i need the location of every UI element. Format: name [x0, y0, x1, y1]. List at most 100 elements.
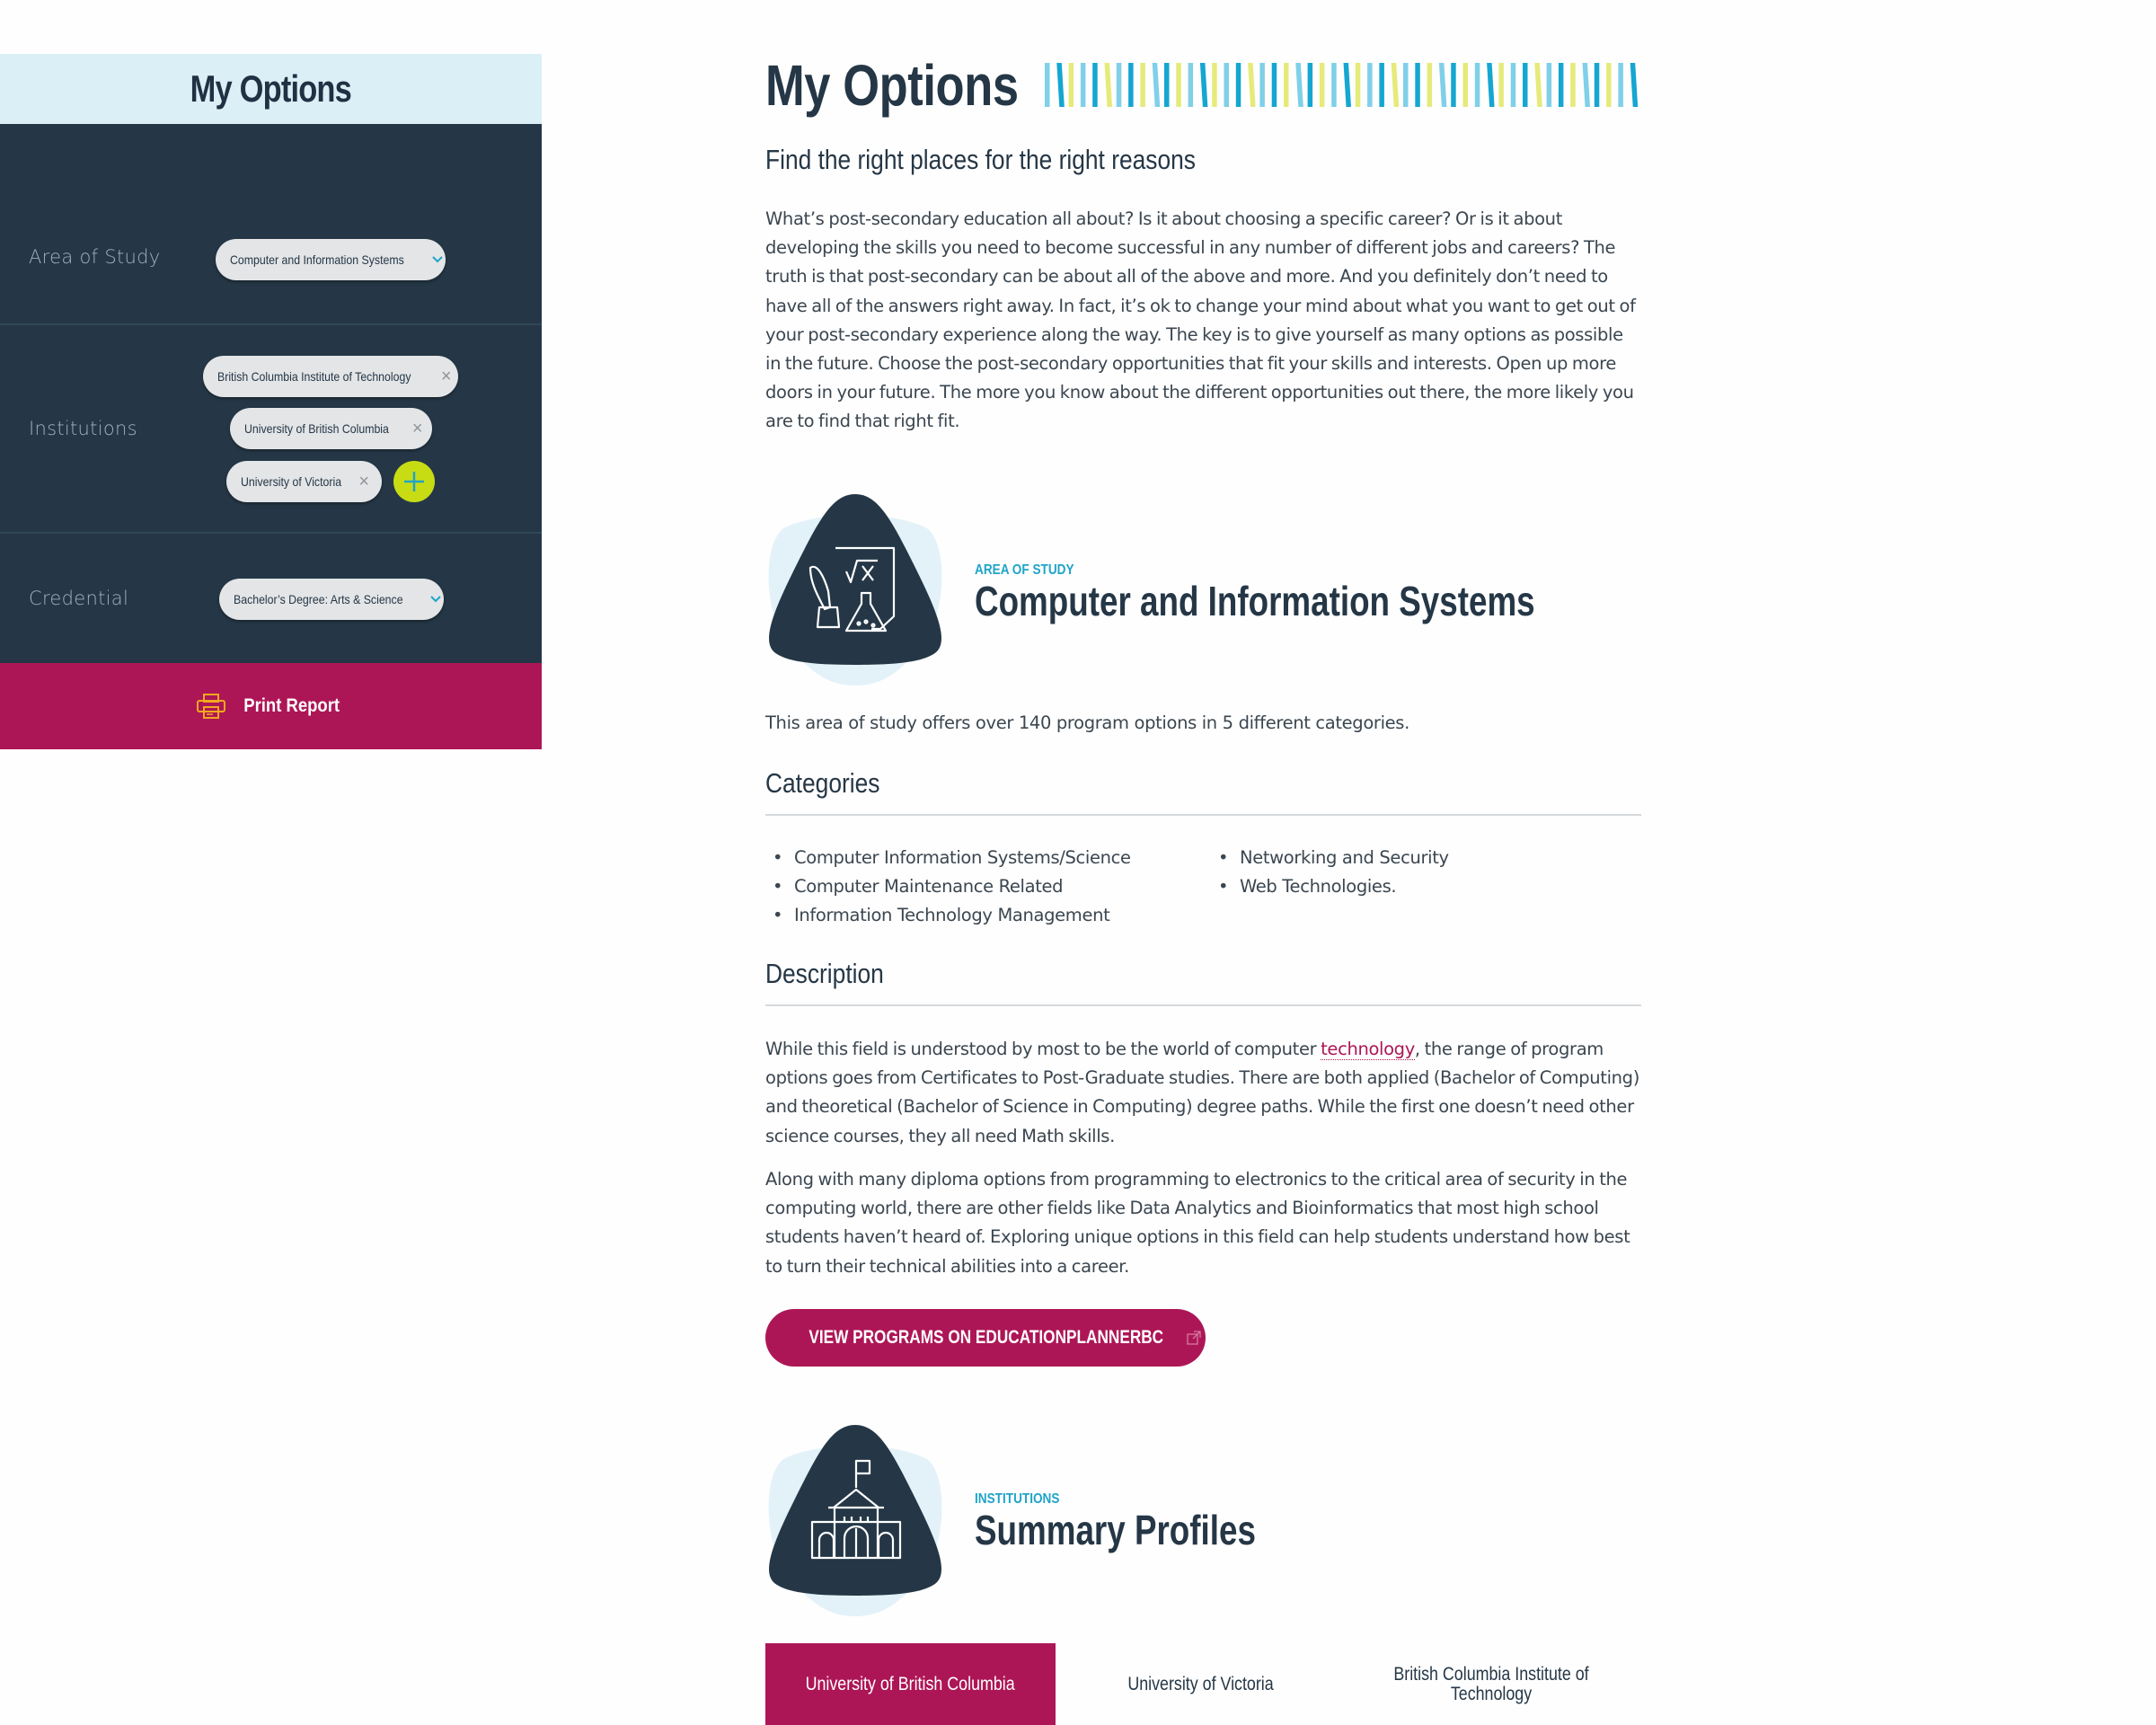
institution-chip: British Columbia Institute of Technology…: [203, 356, 458, 397]
remove-institution-icon[interactable]: ×: [412, 420, 423, 438]
remove-institution-icon[interactable]: ×: [441, 367, 452, 385]
stripe: [1523, 63, 1528, 107]
stripe: [1284, 63, 1289, 107]
stripe: [1068, 63, 1074, 107]
sidebar-filters: Area of Study Computer and Information S…: [0, 124, 542, 663]
tab-label: University of Victoria: [1127, 1673, 1274, 1694]
stripe: [1487, 63, 1495, 107]
my-options-sidebar: My Options Area of Study Computer and In…: [0, 54, 542, 749]
area-of-study-select[interactable]: Computer and Information Systems: [216, 239, 446, 280]
decorative-stripes: [1045, 63, 1639, 107]
stripe: [1379, 63, 1384, 107]
stripe: [1271, 63, 1277, 107]
printer-icon: [196, 694, 225, 719]
stripe: [1618, 63, 1623, 107]
stripe: [1546, 63, 1552, 107]
stripe: [1212, 63, 1217, 107]
page-title: My Options: [765, 53, 1019, 118]
stripe: [1427, 63, 1433, 107]
credential-label: Credential: [29, 588, 129, 609]
sidebar-title: My Options: [190, 67, 352, 110]
institution-chip-label: University of British Columbia: [244, 421, 389, 436]
description-text: While this field is understood by most t…: [765, 1039, 1321, 1059]
tab-label: University of British Columbia: [805, 1673, 1016, 1694]
stripe: [1510, 63, 1516, 107]
stripe: [1248, 63, 1256, 107]
tab-british-columbia-institute-of-technology[interactable]: British Columbia Institute of Technology: [1346, 1643, 1636, 1725]
category-item: Computer Information Systems/Science: [765, 843, 1211, 871]
stripe: [1474, 63, 1480, 107]
area-of-study-value: Computer and Information Systems: [230, 252, 404, 267]
stripe: [1295, 63, 1303, 107]
credential-value: Bachelor’s Degree: Arts & Science: [234, 592, 403, 606]
institutions-label: Institutions: [29, 418, 137, 439]
stripe: [1199, 63, 1208, 107]
view-programs-label: VIEW PROGRAMS ON EDUCATIONPLANNERBC: [808, 1327, 1164, 1348]
stripe: [1176, 63, 1181, 107]
stripe: [1056, 63, 1065, 107]
category-item: Networking and Security: [1211, 843, 1570, 871]
stripe: [1128, 63, 1134, 107]
stripe: [1415, 63, 1420, 107]
chevron-down-icon: [431, 252, 444, 267]
filter-institutions: Institutions British Columbia Institute …: [0, 325, 542, 534]
print-report-label: Print Report: [243, 695, 340, 716]
stripe: [1319, 63, 1325, 107]
stripe: [1188, 63, 1194, 107]
stripe: [1355, 63, 1361, 107]
divider: [765, 1004, 1641, 1006]
plus-icon: [404, 472, 424, 491]
tab-label: British Columbia Institute of Technology: [1392, 1663, 1589, 1704]
stripe: [1259, 63, 1265, 107]
remove-institution-icon[interactable]: ×: [358, 473, 369, 491]
institution-chip-label: University of Victoria: [241, 474, 342, 489]
stripe: [1307, 63, 1313, 107]
categories-list: Computer Information Systems/Science Com…: [765, 843, 1641, 929]
stripe: [1104, 63, 1112, 107]
tab-university-of-british-columbia[interactable]: University of British Columbia: [765, 1643, 1056, 1725]
stripe: [1594, 63, 1600, 107]
technology-link[interactable]: technology: [1321, 1039, 1415, 1060]
stripe: [1498, 63, 1504, 107]
stripe: [1092, 63, 1098, 107]
page-subtitle: Find the right places for the right reas…: [765, 144, 1196, 175]
sidebar-header: My Options: [0, 54, 542, 124]
stripe: [1224, 63, 1229, 107]
add-institution-button[interactable]: [393, 461, 435, 502]
stripe: [1582, 63, 1590, 107]
stripe: [1343, 63, 1351, 107]
stripe: [1164, 63, 1170, 107]
external-link-icon: [1187, 1331, 1201, 1345]
view-programs-button[interactable]: VIEW PROGRAMS ON EDUCATIONPLANNERBC: [765, 1309, 1206, 1367]
stripe: [1403, 63, 1409, 107]
intro-paragraph: What’s post-secondary education all abou…: [765, 208, 1636, 432]
institution-chip: University of Victoria ×: [226, 461, 382, 502]
description-heading: Description: [765, 958, 884, 989]
category-item: Web Technologies.: [1211, 871, 1570, 900]
stripe: [1630, 63, 1639, 107]
tab-university-of-victoria[interactable]: University of Victoria: [1056, 1643, 1346, 1725]
stripe: [1116, 63, 1122, 107]
print-report-button[interactable]: Print Report: [0, 663, 542, 749]
categories-heading: Categories: [765, 767, 880, 799]
area-of-study-label: Area of Study: [29, 246, 161, 268]
section-title: Computer and Information Systems: [975, 578, 1535, 624]
stripe: [1391, 63, 1400, 107]
credential-select[interactable]: Bachelor’s Degree: Arts & Science: [219, 579, 444, 620]
stripe: [1462, 63, 1468, 107]
university-building-icon: [768, 1425, 942, 1616]
area-summary: This area of study offers over 140 progr…: [765, 712, 1409, 733]
stripe: [1570, 63, 1576, 107]
divider: [765, 814, 1641, 816]
chevron-down-icon: [429, 592, 442, 606]
stripe: [1152, 63, 1161, 107]
description-paragraph: Along with many diploma options from pro…: [765, 1169, 1630, 1277]
filter-area-of-study: Area of Study Computer and Information S…: [0, 124, 542, 325]
category-item: Computer Maintenance Related: [765, 871, 1211, 900]
stripe: [1140, 63, 1145, 107]
institution-chip-label: British Columbia Institute of Technology: [217, 369, 411, 384]
institution-tabs: University of British Columbia Universit…: [765, 1643, 1641, 1725]
stripe: [1438, 63, 1447, 107]
stripe: [1331, 63, 1337, 107]
filter-credential: Credential Bachelor’s Degree: Arts & Sci…: [0, 534, 542, 663]
